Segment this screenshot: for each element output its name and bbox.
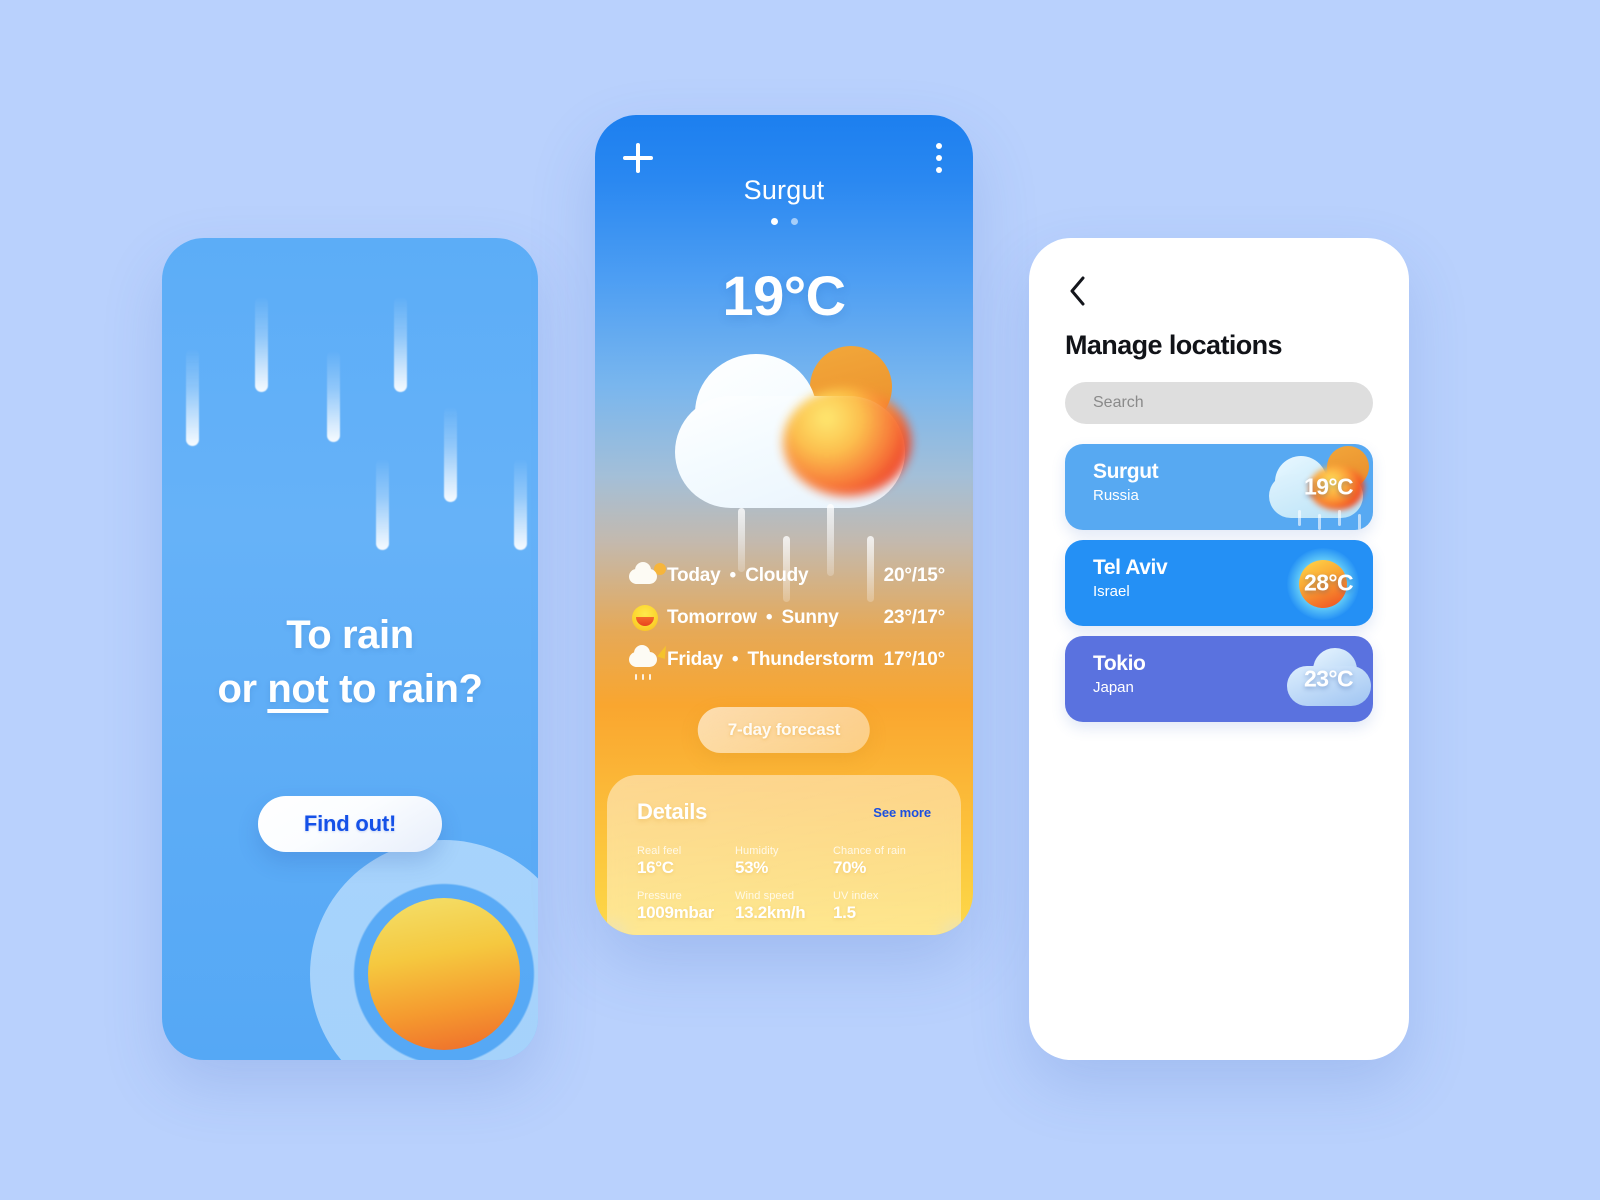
detail-value: 1.5	[833, 903, 856, 922]
location-card-tel-aviv[interactable]: Tel Aviv Israel 28°C	[1065, 540, 1373, 626]
detail-key: Chance of rain	[833, 845, 906, 857]
forecast-condition: Thunderstorm	[747, 649, 874, 670]
detail-key: UV index	[833, 890, 879, 902]
detail-value: 13.2km/h	[735, 903, 806, 922]
detail-item: Chance of rain 70%	[833, 845, 931, 878]
forecast-row[interactable]: Friday • Thunderstorm 17°/10°	[627, 639, 945, 681]
current-temperature: 19°C	[722, 264, 846, 327]
rain-drop	[186, 348, 199, 446]
location-temp-unit: °C	[1328, 569, 1353, 596]
rain-drop	[394, 296, 407, 392]
page-dot-active[interactable]	[770, 218, 778, 225]
forecast-day: Today	[667, 565, 721, 586]
main-weather-screen: Surgut 19°C Today • Cloudy 20°/15° Tomor…	[595, 115, 973, 935]
detail-key: Pressure	[637, 890, 682, 902]
location-temperature: 23°C	[1304, 665, 1354, 693]
rain-drop	[376, 458, 389, 550]
page-title: Manage locations	[1065, 330, 1283, 360]
headline-emphasis: not	[267, 667, 329, 712]
page-dot[interactable]	[790, 218, 798, 225]
detail-value: 53%	[735, 858, 769, 877]
detail-item: Real feel 16°C	[637, 845, 735, 878]
see-more-link[interactable]: See more	[873, 805, 931, 820]
detail-value: 1009mbar	[637, 903, 714, 922]
chevron-left-icon[interactable]	[1065, 274, 1091, 308]
add-location-icon[interactable]	[623, 143, 653, 173]
location-list: Surgut Russia 19°C Tel Aviv Israel 28°C …	[1065, 444, 1373, 732]
details-card: Details See more Real feel 16°C Humidity…	[607, 775, 961, 935]
sun-decoration-icon	[310, 840, 538, 1060]
details-title: Details	[637, 799, 708, 824]
detail-key: Humidity	[735, 845, 779, 857]
location-temp-unit: °C	[1328, 665, 1353, 692]
location-temperature: 19°C	[1304, 473, 1354, 501]
onboarding-headline: To rain or not to rain?	[162, 608, 538, 717]
details-grid: Real feel 16°C Humidity 53% Chance of ra…	[637, 845, 931, 923]
forecast-list: Today • Cloudy 20°/15° Tomorrow • Sunny …	[627, 555, 945, 681]
headline-line-1: To rain	[286, 613, 414, 657]
manage-locations-screen: Manage locations Surgut Russia 1	[1029, 238, 1409, 1060]
sun-icon	[627, 603, 667, 633]
location-temp-value: 28	[1304, 569, 1329, 596]
detail-value: 16°C	[637, 858, 674, 877]
forecast-temps: 17°/10°	[883, 649, 946, 670]
page-indicator[interactable]	[595, 218, 973, 225]
headline-line-2-pre: or	[217, 667, 268, 712]
detail-item: Pressure 1009mbar	[637, 890, 735, 923]
mockup-stage: To rain or not to rain? Find out! Surgut…	[0, 0, 1600, 1200]
forecast-temps: 23°/17°	[883, 607, 946, 628]
rain-drop	[514, 458, 527, 550]
detail-item: Wind speed 13.2km/h	[735, 890, 833, 923]
rain-drop	[327, 350, 340, 442]
forecast-day: Friday	[667, 649, 723, 670]
location-card-surgut[interactable]: Surgut Russia 19°C	[1065, 444, 1373, 530]
thunderstorm-icon	[627, 644, 669, 680]
forecast-row[interactable]: Tomorrow • Sunny 23°/17°	[627, 597, 945, 639]
location-temp-unit: °C	[1328, 473, 1353, 500]
detail-item: UV index 1.5	[833, 890, 931, 923]
location-temperature: 28°C	[1304, 569, 1354, 597]
location-temp-value: 23	[1304, 665, 1329, 692]
onboarding-screen: To rain or not to rain? Find out!	[162, 238, 538, 1060]
detail-value: 70%	[833, 858, 867, 877]
forecast-separator: •	[765, 607, 773, 628]
search-input[interactable]	[1065, 382, 1373, 424]
location-card-tokio[interactable]: Tokio Japan 23°C	[1065, 636, 1373, 722]
forecast-day: Tomorrow	[667, 607, 757, 628]
more-vertical-icon[interactable]	[935, 143, 943, 173]
location-temp-value: 19	[1304, 473, 1329, 500]
forecast-condition: Sunny	[781, 607, 839, 628]
forecast-separator: •	[729, 565, 737, 586]
details-header: Details See more	[637, 799, 931, 825]
detail-item: Humidity 53%	[735, 845, 833, 878]
cloud-sun-icon	[627, 561, 667, 591]
detail-key: Real feel	[637, 845, 682, 857]
forecast-separator: •	[731, 649, 739, 670]
headline-line-2-post: to rain?	[328, 667, 483, 712]
forecast-temps: 20°/15°	[883, 565, 946, 586]
detail-key: Wind speed	[735, 890, 795, 902]
forecast-condition: Cloudy	[745, 565, 809, 586]
forecast-row[interactable]: Today • Cloudy 20°/15°	[627, 555, 945, 597]
current-city-title: Surgut	[743, 175, 825, 205]
find-out-button[interactable]: Find out!	[258, 796, 442, 852]
seven-day-forecast-button[interactable]: 7-day forecast	[697, 707, 871, 753]
rain-drop	[255, 296, 268, 392]
rain-drop	[444, 406, 457, 502]
